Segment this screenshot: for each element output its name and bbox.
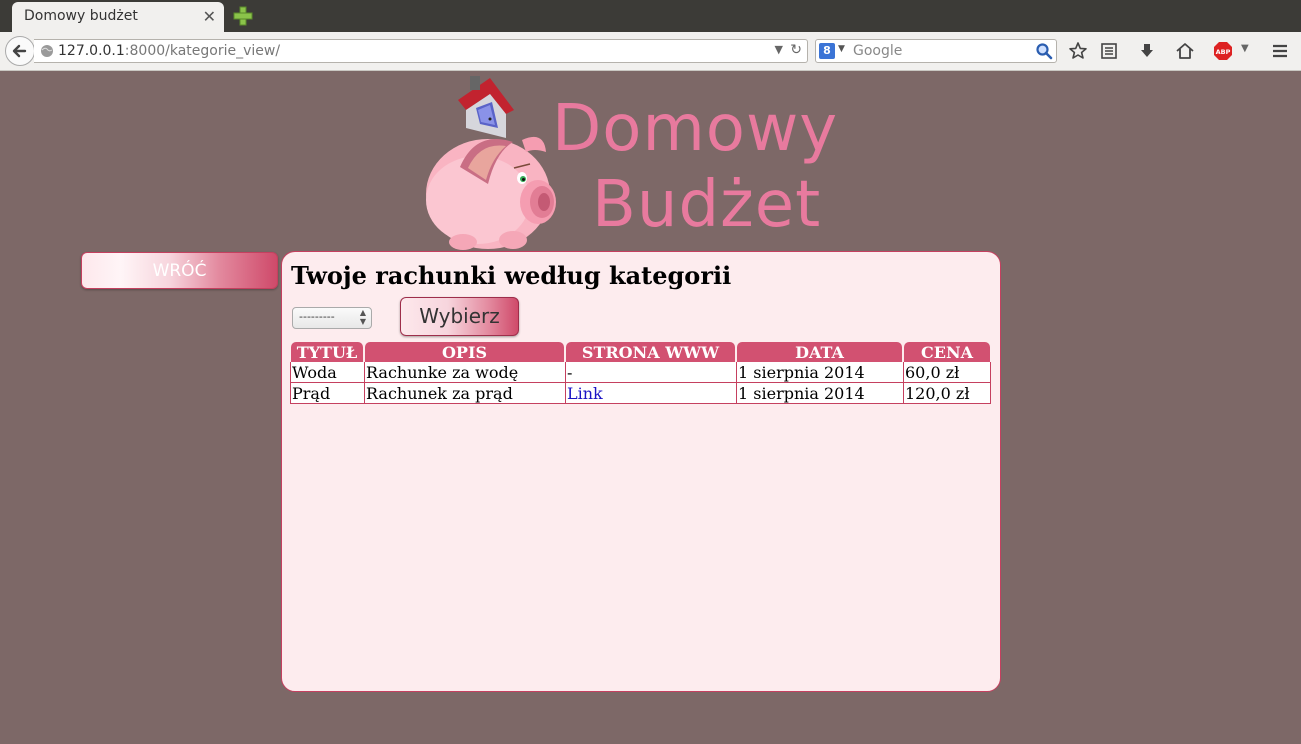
url-path: :8000/kategorie_view/	[124, 43, 281, 59]
tab-title: Domowy budżet	[24, 8, 138, 24]
bookmark-star-icon[interactable]	[1068, 41, 1088, 61]
reading-list-icon[interactable]	[1099, 41, 1119, 61]
cell-description: Rachunek za prąd	[364, 383, 565, 404]
content-panel: Twoje rachunki według kategorii --------…	[281, 251, 1001, 692]
category-select[interactable]: --------- ▲ ▼	[292, 307, 372, 329]
search-bar[interactable]: 8 ▼ Google	[815, 39, 1057, 63]
back-arrow-icon	[12, 44, 27, 58]
column-header-website: STRONA WWW	[565, 341, 736, 362]
table-row: Woda Rachunke za wodę - 1 sierpnia 2014 …	[290, 362, 991, 383]
browser-titlebar: Domowy budżet ✕	[0, 0, 1301, 32]
column-header-price: CENA	[903, 341, 991, 362]
cell-price: 120,0 zł	[903, 383, 991, 404]
cell-title: Woda	[290, 362, 364, 383]
page-title: Twoje rachunki według kategorii	[291, 261, 732, 290]
new-tab-icon[interactable]	[232, 5, 254, 27]
cell-date: 1 sierpnia 2014	[736, 383, 903, 404]
search-engine-icon[interactable]: 8	[819, 43, 835, 59]
cell-price: 60,0 zł	[903, 362, 991, 383]
search-engine-caret-icon[interactable]: ▼	[838, 44, 845, 54]
url-text: 127.0.0.1:8000/kategorie_view/	[58, 43, 280, 59]
browser-toolbar: 127.0.0.1:8000/kategorie_view/ ▼ ↻ 8 ▼ G…	[0, 32, 1301, 71]
choose-button[interactable]: Wybierz	[400, 297, 519, 336]
back-nav-button[interactable]: WRÓĆ	[81, 252, 278, 289]
cell-date: 1 sierpnia 2014	[736, 362, 903, 383]
cell-title: Prąd	[290, 383, 364, 404]
logo-line-1: Domowy	[552, 92, 839, 166]
url-host: 127.0.0.1	[58, 43, 125, 59]
column-header-description: OPIS	[364, 341, 565, 362]
adblock-menu-caret-icon[interactable]: ▼	[1241, 43, 1251, 63]
table-header-row: TYTUŁ OPIS STRONA WWW DATA CENA	[290, 341, 991, 362]
column-header-date: DATA	[736, 341, 903, 362]
cell-description: Rachunke za wodę	[364, 362, 565, 383]
website-link[interactable]: Link	[567, 384, 603, 403]
table-row: Prąd Rachunek za prąd Link 1 sierpnia 20…	[290, 383, 991, 404]
download-icon[interactable]	[1137, 41, 1157, 61]
search-icon[interactable]	[1035, 42, 1053, 60]
globe-icon	[41, 45, 53, 57]
logo-line-2: Budżet	[592, 168, 822, 242]
home-icon[interactable]	[1175, 41, 1195, 61]
select-arrows-icon: ▲ ▼	[359, 308, 366, 326]
bills-table: TYTUŁ OPIS STRONA WWW DATA CENA Woda Rac…	[290, 341, 991, 404]
hamburger-menu-icon[interactable]	[1270, 41, 1290, 61]
column-header-title: TYTUŁ	[290, 341, 364, 362]
tab-close-icon[interactable]: ✕	[203, 7, 216, 26]
category-select-value: ---------	[299, 310, 335, 323]
search-placeholder: Google	[853, 43, 903, 59]
svg-text:ABP: ABP	[1216, 48, 1231, 56]
url-history-dropdown-icon[interactable]: ▼	[775, 43, 783, 56]
reload-icon[interactable]: ↻	[790, 42, 802, 58]
browser-tab[interactable]: Domowy budżet ✕	[12, 2, 224, 32]
back-button[interactable]	[5, 36, 35, 66]
adblock-icon[interactable]: ABP	[1213, 41, 1233, 61]
cell-website: -	[565, 362, 736, 383]
cell-website: Link	[565, 383, 736, 404]
url-bar[interactable]: 127.0.0.1:8000/kategorie_view/ ▼ ↻	[34, 39, 808, 63]
